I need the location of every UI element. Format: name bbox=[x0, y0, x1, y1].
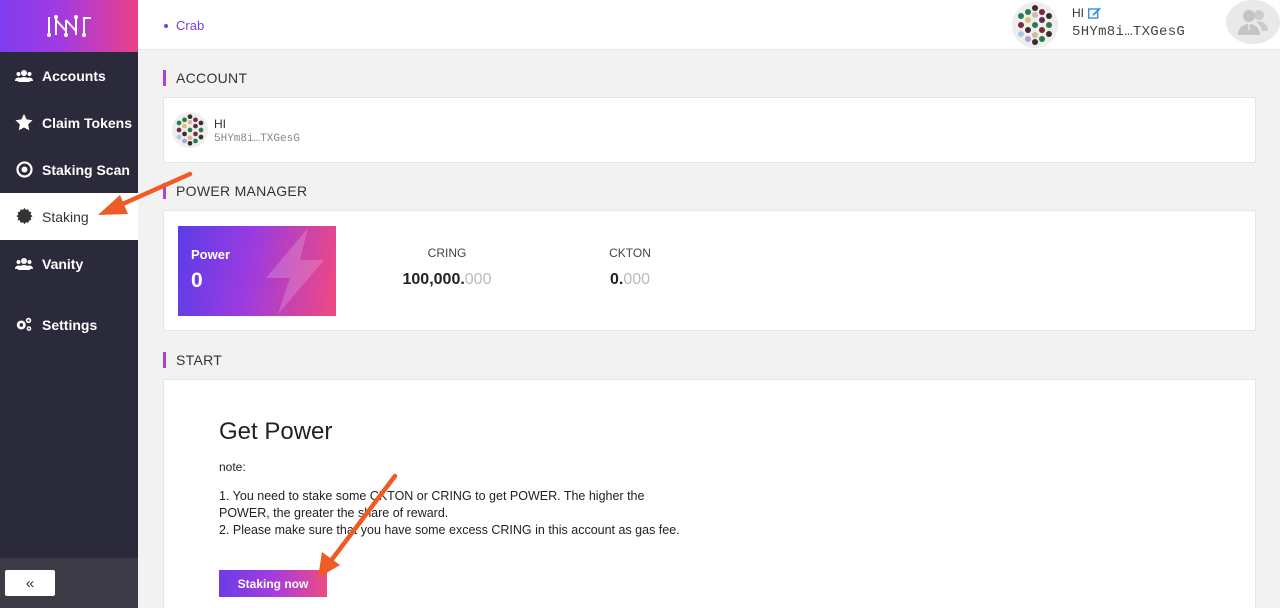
header-account-address: 5HYm8i…TXGesG bbox=[1072, 24, 1186, 40]
sidebar-item-claim-tokens[interactable]: Claim Tokens bbox=[0, 99, 138, 146]
identicon-avatar[interactable] bbox=[1012, 2, 1058, 48]
start-card: Get Power note: 1. You need to stake som… bbox=[163, 379, 1256, 608]
users-icon bbox=[15, 255, 33, 273]
note-line-2: 2. Please make sure that you have some e… bbox=[219, 523, 680, 537]
cring-value-dec: 000 bbox=[464, 271, 492, 288]
account-identicon[interactable] bbox=[172, 112, 208, 148]
staking-now-button[interactable]: Staking now bbox=[219, 570, 327, 597]
sidebar-item-label: Vanity bbox=[42, 255, 84, 272]
gears-icon bbox=[15, 316, 33, 334]
identicon-icon bbox=[1012, 2, 1058, 48]
start-section-title: START bbox=[163, 352, 222, 368]
note-label: note: bbox=[219, 460, 246, 474]
account-name-label: HI bbox=[1072, 6, 1084, 20]
sidebar-item-label: Staking Scan bbox=[42, 161, 130, 178]
cring-value-int: 100,000. bbox=[402, 271, 465, 288]
gear-badge-icon bbox=[15, 208, 33, 226]
sidebar-item-settings[interactable]: Settings bbox=[0, 301, 138, 348]
users-icon bbox=[15, 67, 33, 85]
header-account-name: HI bbox=[1072, 6, 1101, 20]
power-value: 0 bbox=[191, 269, 203, 292]
sidebar-item-accounts[interactable]: Accounts bbox=[0, 52, 138, 99]
network-dot-icon bbox=[164, 23, 168, 28]
account-name: HI bbox=[214, 117, 226, 131]
ckton-label: CKTON bbox=[609, 246, 651, 260]
darwinia-logo-icon bbox=[47, 15, 91, 37]
collapse-sidebar-button[interactable]: « bbox=[5, 570, 55, 596]
ckton-value: 0.000 bbox=[600, 271, 660, 289]
cring-balance: CRING 100,000.000 bbox=[400, 246, 494, 289]
sidebar-item-vanity[interactable]: Vanity bbox=[0, 240, 138, 287]
network-label: Crab bbox=[176, 18, 205, 33]
ckton-value-int: 0. bbox=[609, 271, 624, 288]
lightning-bolt-icon bbox=[266, 228, 324, 314]
power-manager-title: POWER MANAGER bbox=[163, 183, 307, 199]
app-logo[interactable] bbox=[0, 0, 138, 52]
sidebar-item-staking-scan[interactable]: Staking Scan bbox=[0, 146, 138, 193]
sidebar-nav: Accounts Claim Tokens Staking Scan Staki… bbox=[0, 52, 138, 348]
edit-icon[interactable] bbox=[1088, 7, 1101, 19]
note-line-1: 1. You need to stake some CKTON or CRING… bbox=[219, 489, 645, 520]
sidebar-item-staking[interactable]: Staking bbox=[0, 193, 138, 240]
star-icon bbox=[15, 114, 33, 132]
target-icon bbox=[15, 161, 33, 179]
get-power-heading: Get Power bbox=[219, 418, 333, 445]
power-manager-card: Power 0 CRING 100,000.000 CKTON 0.000 bbox=[163, 210, 1256, 331]
sidebar-item-label: Claim Tokens bbox=[42, 114, 132, 131]
note-text: 1. You need to stake some CKTON or CRING… bbox=[219, 488, 689, 539]
top-header: Crab HI 5HYm8i…TXGesG bbox=[138, 0, 1280, 50]
cring-value: 100,000.000 bbox=[400, 271, 494, 289]
network-selector[interactable]: Crab bbox=[164, 18, 204, 33]
ckton-balance: CKTON 0.000 bbox=[600, 246, 660, 289]
ckton-value-dec: 000 bbox=[623, 271, 651, 288]
account-section-title: ACCOUNT bbox=[163, 70, 247, 86]
power-label: Power bbox=[191, 247, 231, 262]
user-menu-icon[interactable] bbox=[1226, 0, 1280, 44]
sidebar: Accounts Claim Tokens Staking Scan Staki… bbox=[0, 0, 138, 608]
sidebar-item-label: Staking bbox=[42, 208, 89, 225]
sidebar-item-label: Accounts bbox=[42, 67, 106, 84]
identicon-icon bbox=[172, 112, 208, 148]
account-card: HI 5HYm8i…TXGesG bbox=[163, 97, 1256, 163]
cring-label: CRING bbox=[427, 246, 467, 260]
sidebar-footer: « bbox=[0, 558, 138, 608]
power-panel: Power 0 bbox=[178, 226, 336, 316]
account-address: 5HYm8i…TXGesG bbox=[214, 133, 300, 145]
sidebar-item-label: Settings bbox=[42, 316, 98, 333]
